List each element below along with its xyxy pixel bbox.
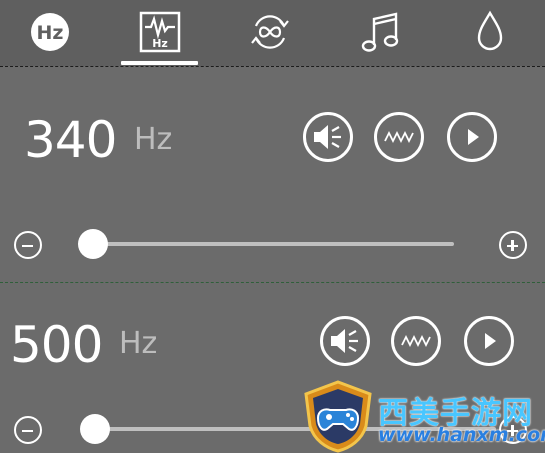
tab-music[interactable]	[350, 6, 410, 58]
shield-logo-icon	[304, 380, 372, 453]
hz-logo-text: Hz	[37, 22, 64, 44]
waveform-button[interactable]	[374, 112, 424, 162]
play-icon	[468, 129, 479, 145]
plus-icon-v	[511, 240, 514, 251]
sine-wave-icon	[384, 130, 414, 144]
minus-icon	[22, 429, 33, 432]
volume-button[interactable]	[303, 112, 353, 162]
hz-logo-icon: Hz	[31, 13, 69, 51]
infinity-loop-icon	[251, 15, 289, 49]
frequency-slider-thumb-2[interactable]	[80, 414, 110, 444]
sine-wave-icon	[401, 334, 431, 348]
speaker-icon	[331, 329, 358, 353]
watermark: 西美手游网 www.hanxm.com	[300, 380, 545, 453]
play-button[interactable]	[447, 112, 497, 162]
tone-panel-1: 340 Hz	[0, 67, 545, 281]
frequency-unit: Hz	[134, 122, 173, 157]
water-drop-icon	[477, 10, 503, 51]
tab-hz[interactable]: Hz	[20, 6, 80, 58]
waveform-button-2[interactable]	[391, 316, 441, 366]
frequency-value-2[interactable]: 500	[10, 320, 103, 370]
tab-drop[interactable]	[460, 6, 520, 58]
panel-divider	[0, 282, 545, 283]
waveform-hz-icon: Hz	[139, 11, 181, 53]
decrease-frequency-button[interactable]	[14, 231, 42, 259]
increase-frequency-button[interactable]	[499, 231, 527, 259]
frequency-slider-thumb[interactable]	[78, 229, 108, 259]
frequency-unit-2: Hz	[119, 326, 158, 361]
frequency-value[interactable]: 340	[24, 115, 117, 165]
tab-loop[interactable]	[240, 6, 300, 58]
minus-icon	[22, 244, 33, 247]
play-icon	[485, 333, 496, 349]
volume-button-2[interactable]	[320, 316, 370, 366]
tab-waveform[interactable]: Hz	[130, 6, 190, 58]
decrease-frequency-button-2[interactable]	[14, 416, 42, 444]
play-button-2[interactable]	[464, 316, 514, 366]
tab-bar: Hz Hz	[0, 0, 545, 66]
speaker-icon	[314, 125, 341, 149]
watermark-url: www.hanxm.com	[378, 424, 545, 446]
waveform-hz-text: Hz	[152, 37, 168, 50]
selected-tab-indicator	[121, 61, 198, 65]
music-note-icon	[361, 12, 399, 52]
frequency-slider-track[interactable]	[92, 242, 454, 246]
